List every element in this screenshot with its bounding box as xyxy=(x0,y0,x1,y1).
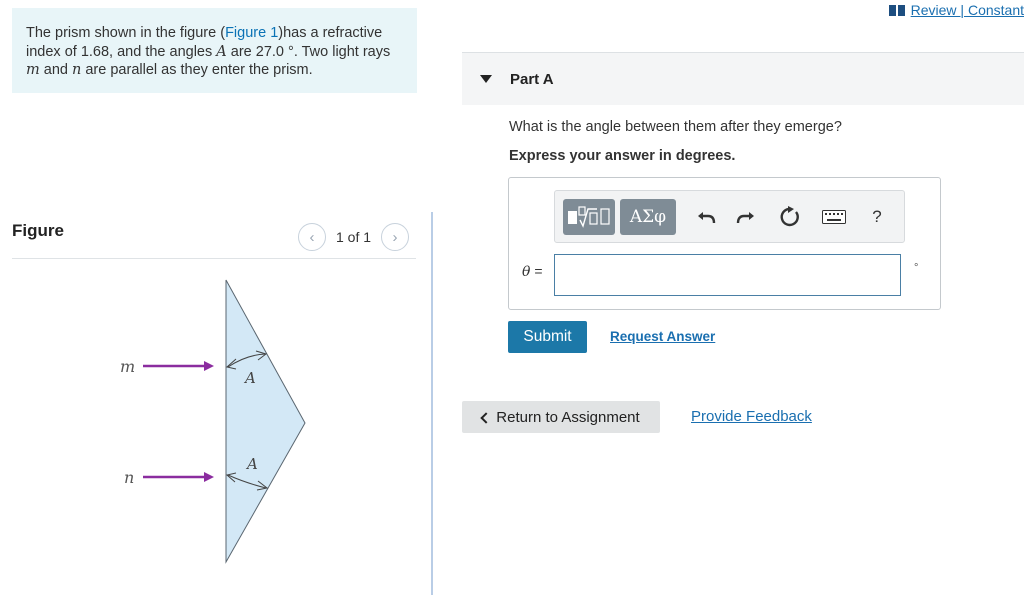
review-link-label: Review | Constant xyxy=(910,2,1024,18)
ray-n-symbol: n xyxy=(72,62,82,78)
figure-divider xyxy=(12,258,416,259)
prev-figure-button[interactable]: ‹ xyxy=(298,223,326,251)
redo-button[interactable] xyxy=(733,205,757,229)
problem-text-5: are parallel as they enter the prism. xyxy=(81,62,313,78)
angle-label-top: A xyxy=(243,369,256,387)
ray-m-symbol: m xyxy=(26,62,40,78)
chevron-left-icon xyxy=(480,411,492,424)
ray-m-arrowhead xyxy=(204,361,214,371)
answer-input[interactable] xyxy=(554,254,901,296)
reset-icon xyxy=(780,206,799,227)
return-label: Return to Assignment xyxy=(496,408,640,426)
keyboard-icon xyxy=(822,210,846,224)
request-answer-link[interactable]: Request Answer xyxy=(610,329,715,344)
angle-symbol: A xyxy=(216,43,227,60)
next-figure-button[interactable]: › xyxy=(381,223,410,251)
greek-letters-icon: ΑΣφ xyxy=(629,207,667,227)
column-divider xyxy=(431,212,433,595)
review-constants-link[interactable]: Review | Constant xyxy=(888,2,1024,18)
prism-figure: m n A A xyxy=(120,279,306,564)
submit-button[interactable]: Submit xyxy=(508,321,587,353)
return-to-assignment-button[interactable]: Return to Assignment xyxy=(462,401,660,433)
problem-text-4: and xyxy=(39,62,72,78)
book-icon xyxy=(888,4,905,16)
part-a-header[interactable]: Part A xyxy=(462,53,1024,105)
pager-text: 1 of 1 xyxy=(336,229,372,245)
prism-shape xyxy=(225,279,306,564)
collapse-triangle-icon xyxy=(480,75,492,83)
template-icon xyxy=(568,206,610,228)
equals-sign: = xyxy=(530,263,543,279)
figure-link[interactable]: Figure 1 xyxy=(225,25,278,41)
instruction-text: Express your answer in degrees. xyxy=(509,148,736,164)
problem-text-3: are 27.0 °. Two light rays xyxy=(226,43,391,60)
undo-button[interactable] xyxy=(695,205,719,229)
undo-icon xyxy=(698,212,716,224)
problem-text-1: The prism shown in the figure ( xyxy=(26,25,226,41)
greek-letters-button[interactable]: ΑΣφ xyxy=(620,199,676,235)
angle-label-bottom: A xyxy=(245,455,258,473)
math-toolbar: ΑΣφ ? xyxy=(554,190,905,243)
provide-feedback-link[interactable]: Provide Feedback xyxy=(691,408,812,425)
reset-button[interactable] xyxy=(777,204,803,230)
answer-area: ΑΣφ ? θ = ° xyxy=(508,177,941,310)
chevron-left-icon: ‹ xyxy=(309,228,315,246)
figure-title: Figure xyxy=(12,221,64,240)
template-button[interactable] xyxy=(563,199,615,235)
ray-m-label: m xyxy=(120,357,135,376)
help-button[interactable]: ? xyxy=(865,204,889,230)
ray-n-label: n xyxy=(124,468,134,487)
figure-pager: ‹ 1 of 1 › xyxy=(298,223,410,251)
problem-statement: The prism shown in the figure (Figure 1)… xyxy=(12,8,417,93)
degree-unit: ° xyxy=(914,262,919,274)
ray-n-arrowhead xyxy=(204,472,214,482)
chevron-right-icon: › xyxy=(392,228,398,246)
part-label: Part A xyxy=(510,70,554,88)
help-icon: ? xyxy=(872,207,882,226)
question-text: What is the angle between them after the… xyxy=(509,119,842,135)
redo-icon xyxy=(736,212,754,224)
variable-label: θ = xyxy=(522,263,543,280)
keyboard-button[interactable] xyxy=(822,208,846,226)
